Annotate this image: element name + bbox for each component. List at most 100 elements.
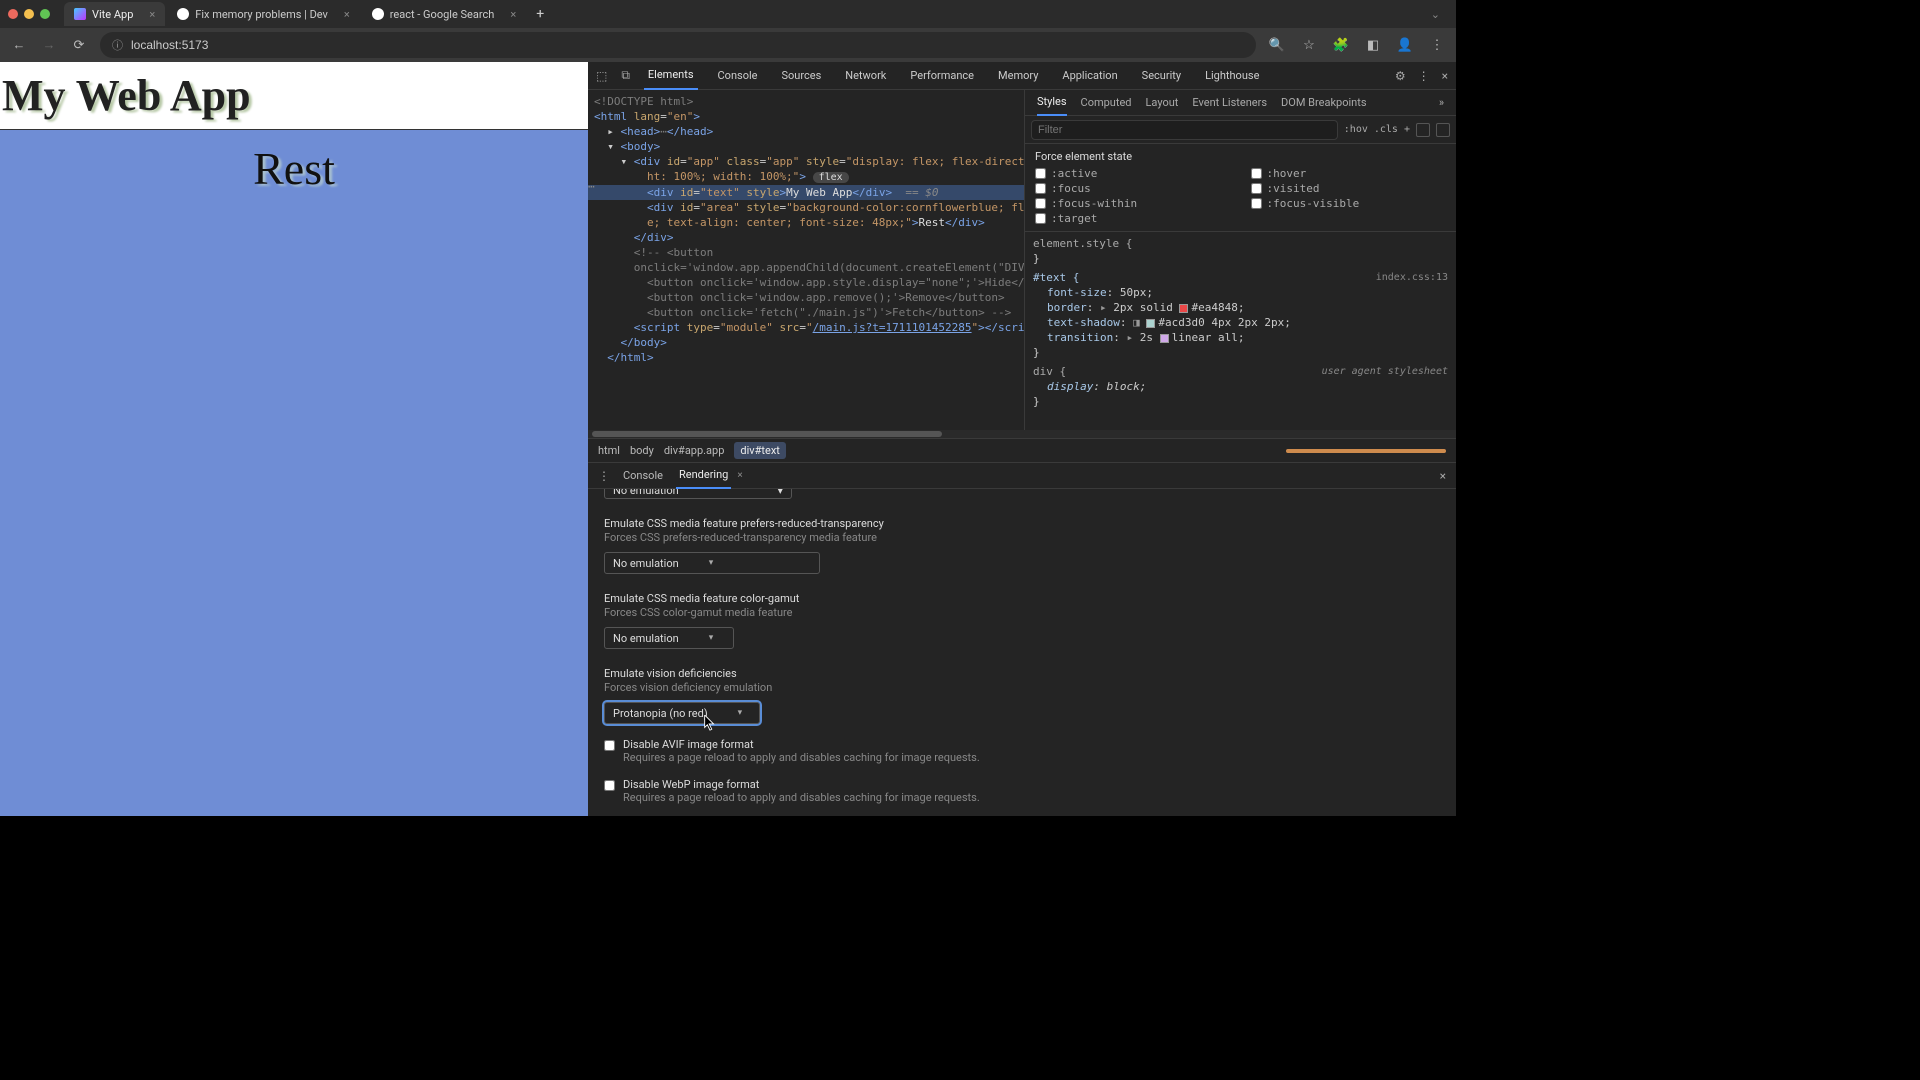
- devtools-panel: ⬚ ⧉ Elements Console Sources Network Per…: [588, 62, 1456, 816]
- extensions-icon[interactable]: 🧩: [1332, 38, 1350, 53]
- tab-overflow-icon[interactable]: ⌄: [1423, 8, 1448, 21]
- styles-filter-input[interactable]: [1031, 120, 1338, 140]
- browser-tab-google[interactable]: react - Google Search ×: [362, 2, 526, 26]
- nav-forward-icon[interactable]: →: [40, 37, 58, 53]
- computed-toggle-icon[interactable]: [1416, 123, 1430, 137]
- tab-elements[interactable]: Elements: [644, 62, 698, 90]
- tab-security[interactable]: Security: [1138, 62, 1185, 90]
- crumb-html[interactable]: html: [598, 444, 620, 457]
- state-active[interactable]: :active: [1035, 167, 1231, 180]
- tab-network[interactable]: Network: [841, 62, 890, 90]
- state-hover[interactable]: :hover: [1251, 167, 1447, 180]
- checkbox-label: Disable AVIF image format: [623, 738, 980, 751]
- drawer-tabstrip: ⋮ Console Rendering × ×: [588, 463, 1456, 489]
- styles-tabstrip: Styles Computed Layout Event Listeners D…: [1025, 90, 1456, 116]
- rendering-section-sub: Forces CSS color-gamut media feature: [604, 606, 1440, 619]
- close-icon[interactable]: ×: [344, 8, 350, 21]
- tab-computed[interactable]: Computed: [1081, 96, 1132, 109]
- window-maximize-icon[interactable]: [40, 9, 50, 19]
- flex-badge[interactable]: flex: [813, 172, 849, 183]
- tab-lighthouse[interactable]: Lighthouse: [1201, 62, 1263, 90]
- inspect-icon[interactable]: ⬚: [596, 69, 607, 83]
- sidepanel-icon[interactable]: ◧: [1364, 38, 1382, 53]
- dom-breadcrumb: html body div#app.app div#text: [588, 438, 1456, 463]
- device-toolbar-icon[interactable]: ⧉: [621, 68, 630, 83]
- rendering-panel[interactable]: No emulation▾ Emulate CSS media feature …: [588, 489, 1456, 816]
- rendering-section-sub: Forces vision deficiency emulation: [604, 681, 1440, 694]
- force-state-header: Force element state: [1035, 150, 1446, 163]
- checkbox-sub: Requires a page reload to apply and disa…: [623, 791, 980, 804]
- select-reduced-transparency[interactable]: No emulation▾: [604, 552, 820, 574]
- css-rules[interactable]: element.style {} index.css:13 #text { fo…: [1025, 232, 1456, 430]
- tab-memory[interactable]: Memory: [994, 62, 1042, 90]
- devtools-settings-icon[interactable]: ⚙: [1395, 69, 1406, 83]
- dom-scrollbar[interactable]: [588, 430, 1456, 438]
- hov-button[interactable]: :hov: [1344, 124, 1368, 135]
- url-input[interactable]: [131, 38, 1244, 52]
- profile-icon[interactable]: 👤: [1396, 38, 1414, 53]
- state-visited[interactable]: :visited: [1251, 182, 1447, 195]
- close-icon[interactable]: ×: [510, 8, 516, 21]
- tab-dom-breakpoints[interactable]: DOM Breakpoints: [1281, 96, 1366, 109]
- state-target[interactable]: :target: [1035, 212, 1231, 225]
- favicon-icon: [177, 8, 189, 20]
- tab-label: Vite App: [92, 8, 133, 21]
- new-tab-button[interactable]: +: [528, 6, 552, 22]
- site-info-icon[interactable]: ⓘ: [112, 37, 123, 53]
- tab-sources[interactable]: Sources: [777, 62, 825, 90]
- browser-tab-devtools-doc[interactable]: Fix memory problems | Dev ×: [167, 2, 360, 26]
- chrome-menu-icon[interactable]: ⋮: [1428, 38, 1446, 53]
- elements-body: <!DOCTYPE html> <html lang="en"> ▸ <head…: [588, 90, 1456, 430]
- tab-layout[interactable]: Layout: [1146, 96, 1179, 109]
- drawer-menu-icon[interactable]: ⋮: [598, 469, 610, 483]
- favicon-icon: [74, 8, 86, 20]
- nav-back-icon[interactable]: ←: [10, 37, 28, 53]
- select-vision-deficiency[interactable]: Protanopia (no red)▾: [604, 702, 760, 724]
- styles-filter-row: :hov .cls +: [1025, 116, 1456, 144]
- bookmark-icon[interactable]: ☆: [1300, 38, 1318, 53]
- tab-application[interactable]: Application: [1058, 62, 1121, 90]
- dom-tree[interactable]: <!DOCTYPE html> <html lang="en"> ▸ <head…: [588, 90, 1024, 430]
- crumb-body[interactable]: body: [630, 444, 654, 457]
- dom-doctype: <!DOCTYPE html>: [594, 95, 693, 108]
- style-overview-bar: [1286, 449, 1446, 453]
- tab-performance[interactable]: Performance: [906, 62, 978, 90]
- state-focus-visible[interactable]: :focus-visible: [1251, 197, 1447, 210]
- drawer-tab-console[interactable]: Console: [620, 463, 666, 489]
- new-rule-button[interactable]: +: [1404, 124, 1410, 135]
- more-tabs-icon[interactable]: »: [1439, 96, 1444, 109]
- tab-console[interactable]: Console: [714, 62, 762, 90]
- devtools-menu-icon[interactable]: ⋮: [1418, 69, 1430, 83]
- devtools-drawer: ⋮ Console Rendering × × No emulation▾ Em…: [588, 463, 1456, 816]
- rule-source[interactable]: index.css:13: [1376, 270, 1448, 285]
- crumb-app[interactable]: div#app.app: [664, 444, 725, 457]
- close-icon[interactable]: ×: [737, 470, 742, 481]
- url-bar[interactable]: ⓘ: [100, 32, 1256, 58]
- window-minimize-icon[interactable]: [24, 9, 34, 19]
- state-focus[interactable]: :focus: [1035, 182, 1231, 195]
- tab-styles[interactable]: Styles: [1037, 90, 1067, 116]
- browser-tab-vite[interactable]: Vite App ×: [64, 2, 165, 26]
- devtools-close-icon[interactable]: ×: [1442, 69, 1448, 83]
- checkbox-disable-avif[interactable]: [604, 740, 615, 751]
- cls-button[interactable]: .cls: [1374, 124, 1398, 135]
- state-focus-within[interactable]: :focus-within: [1035, 197, 1231, 210]
- reload-icon[interactable]: ⟳: [70, 38, 88, 53]
- close-icon[interactable]: ×: [149, 8, 155, 21]
- browser-tabbar: Vite App × Fix memory problems | Dev × r…: [0, 0, 1456, 28]
- checkbox-disable-webp[interactable]: [604, 780, 615, 791]
- dom-selected-node[interactable]: ⋯ <div id="text" style>My Web App</div> …: [588, 185, 1024, 200]
- window-close-icon[interactable]: [8, 9, 18, 19]
- rendering-toggle-icon[interactable]: [1436, 123, 1450, 137]
- browser-toolbar: ← → ⟳ ⓘ 🔍 ☆ 🧩 ◧ 👤 ⋮: [0, 28, 1456, 62]
- rendering-cutoff-select[interactable]: No emulation▾: [604, 489, 792, 499]
- tab-event-listeners[interactable]: Event Listeners: [1192, 96, 1267, 109]
- rendering-section-title: Emulate vision deficiencies: [604, 667, 1440, 680]
- drawer-tab-rendering[interactable]: Rendering: [676, 463, 731, 489]
- drawer-close-icon[interactable]: ×: [1440, 469, 1446, 483]
- select-color-gamut[interactable]: No emulation▾: [604, 627, 734, 649]
- zoom-icon[interactable]: 🔍: [1268, 38, 1286, 53]
- checkbox-label: Disable WebP image format: [623, 778, 980, 791]
- crumb-text[interactable]: div#text: [734, 442, 785, 459]
- checkbox-sub: Requires a page reload to apply and disa…: [623, 751, 980, 764]
